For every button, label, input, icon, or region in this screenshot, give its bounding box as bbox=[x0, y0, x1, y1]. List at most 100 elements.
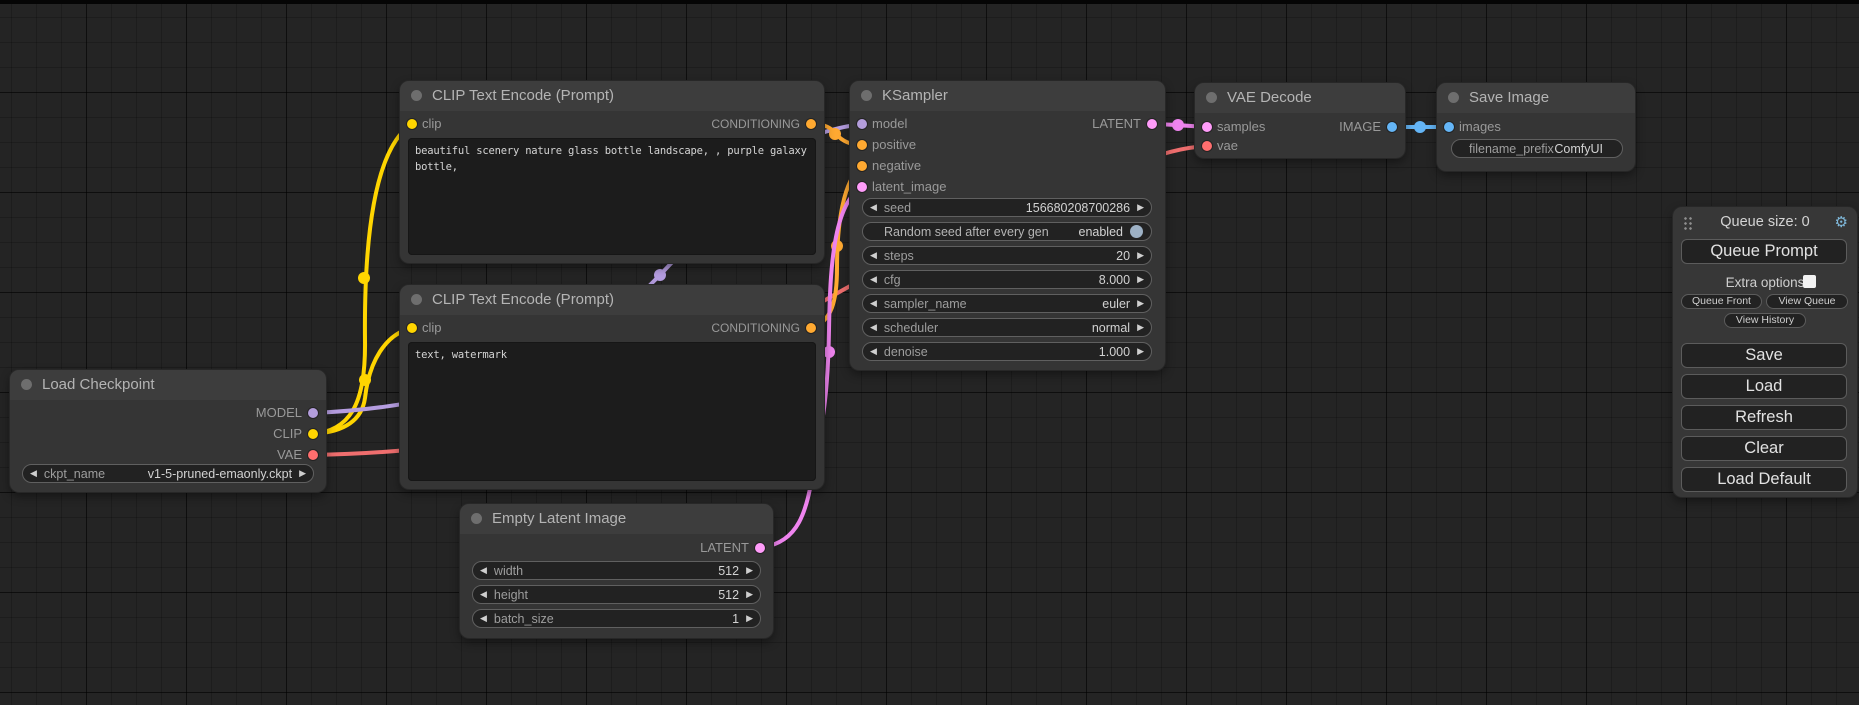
decrement-arrow-icon[interactable]: ◀ bbox=[870, 275, 877, 284]
node-collapse-dot-icon[interactable] bbox=[411, 90, 422, 101]
link-dot[interactable] bbox=[823, 346, 835, 358]
decrement-arrow-icon[interactable]: ◀ bbox=[870, 203, 877, 212]
decrement-arrow-icon[interactable]: ◀ bbox=[30, 469, 37, 478]
widget-value[interactable]: 1 bbox=[732, 612, 739, 626]
decrement-arrow-icon[interactable]: ◀ bbox=[480, 614, 487, 623]
widget-value[interactable]: v1-5-pruned-emaonly.ckpt bbox=[148, 467, 292, 481]
node-load-checkpoint[interactable]: Load Checkpoint MODEL CLIP VAE ◀ ckpt_na… bbox=[10, 370, 326, 492]
node-title-bar[interactable]: Load Checkpoint bbox=[10, 370, 326, 400]
view-queue-button[interactable]: View Queue bbox=[1766, 294, 1848, 309]
node-title-bar[interactable]: VAE Decode bbox=[1195, 83, 1405, 113]
input-slot-vae[interactable] bbox=[1202, 141, 1212, 151]
toggle-dot-icon[interactable] bbox=[1130, 225, 1143, 238]
widget-value[interactable]: euler bbox=[1102, 297, 1130, 311]
queue-front-button[interactable]: Queue Front bbox=[1681, 294, 1762, 309]
width-widget[interactable]: ◀ width 512 ▶ bbox=[472, 561, 761, 580]
node-collapse-dot-icon[interactable] bbox=[1206, 92, 1217, 103]
node-ksampler[interactable]: KSampler model positive negative latent_… bbox=[850, 81, 1165, 370]
positive-prompt-textarea[interactable]: beautiful scenery nature glass bottle la… bbox=[408, 138, 816, 255]
node-graph-canvas[interactable]: Load Checkpoint MODEL CLIP VAE ◀ ckpt_na… bbox=[0, 0, 1859, 705]
node-collapse-dot-icon[interactable] bbox=[471, 513, 482, 524]
random-seed-toggle-widget[interactable]: Random seed after every gen enabled bbox=[862, 222, 1152, 241]
widget-value[interactable]: 512 bbox=[718, 588, 739, 602]
decrement-arrow-icon[interactable]: ◀ bbox=[870, 323, 877, 332]
decrement-arrow-icon[interactable]: ◀ bbox=[870, 299, 877, 308]
node-vae-decode[interactable]: VAE Decode samples vae IMAGE bbox=[1195, 83, 1405, 158]
load-button[interactable]: Load bbox=[1681, 374, 1847, 399]
node-collapse-dot-icon[interactable] bbox=[21, 379, 32, 390]
increment-arrow-icon[interactable]: ▶ bbox=[1137, 251, 1144, 260]
decrement-arrow-icon[interactable]: ◀ bbox=[480, 566, 487, 575]
ckpt-name-widget[interactable]: ◀ ckpt_name v1-5-pruned-emaonly.ckpt ▶ bbox=[22, 464, 314, 483]
queue-prompt-button[interactable]: Queue Prompt bbox=[1681, 239, 1847, 264]
node-collapse-dot-icon[interactable] bbox=[411, 294, 422, 305]
link-dot[interactable] bbox=[1414, 121, 1426, 133]
refresh-button[interactable]: Refresh bbox=[1681, 405, 1847, 430]
output-slot-conditioning[interactable] bbox=[806, 119, 816, 129]
widget-value[interactable]: enabled bbox=[1079, 225, 1124, 239]
node-title-bar[interactable]: CLIP Text Encode (Prompt) bbox=[400, 285, 824, 315]
steps-widget[interactable]: ◀ steps 20 ▶ bbox=[862, 246, 1152, 265]
increment-arrow-icon[interactable]: ▶ bbox=[1137, 299, 1144, 308]
node-collapse-dot-icon[interactable] bbox=[861, 90, 872, 101]
increment-arrow-icon[interactable]: ▶ bbox=[746, 566, 753, 575]
widget-value[interactable]: normal bbox=[1092, 321, 1130, 335]
node-title-bar[interactable]: KSampler bbox=[850, 81, 1165, 111]
input-slot-clip[interactable] bbox=[407, 119, 417, 129]
negative-prompt-textarea[interactable]: text, watermark bbox=[408, 342, 816, 481]
seed-widget[interactable]: ◀ seed 156680208700286 ▶ bbox=[862, 198, 1152, 217]
output-slot-latent[interactable] bbox=[1147, 119, 1157, 129]
link-dot[interactable] bbox=[358, 272, 370, 284]
clear-button[interactable]: Clear bbox=[1681, 436, 1847, 461]
filename-prefix-widget[interactable]: filename_prefix ComfyUI bbox=[1451, 139, 1623, 158]
decrement-arrow-icon[interactable]: ◀ bbox=[480, 590, 487, 599]
height-widget[interactable]: ◀ height 512 ▶ bbox=[472, 585, 761, 604]
widget-value[interactable]: 8.000 bbox=[1099, 273, 1130, 287]
node-title-bar[interactable]: Save Image bbox=[1437, 83, 1635, 113]
output-slot-latent[interactable] bbox=[755, 543, 765, 553]
input-slot-model[interactable] bbox=[857, 119, 867, 129]
increment-arrow-icon[interactable]: ▶ bbox=[299, 469, 306, 478]
output-slot-conditioning[interactable] bbox=[806, 323, 816, 333]
node-save-image[interactable]: Save Image images filename_prefix ComfyU… bbox=[1437, 83, 1635, 171]
load-default-button[interactable]: Load Default bbox=[1681, 467, 1847, 492]
widget-value[interactable]: 156680208700286 bbox=[1026, 201, 1130, 215]
cfg-widget[interactable]: ◀ cfg 8.000 ▶ bbox=[862, 270, 1152, 289]
link-dot[interactable] bbox=[829, 128, 841, 140]
node-title-bar[interactable]: CLIP Text Encode (Prompt) bbox=[400, 81, 824, 111]
input-slot-positive[interactable] bbox=[857, 140, 867, 150]
decrement-arrow-icon[interactable]: ◀ bbox=[870, 347, 877, 356]
batch-size-widget[interactable]: ◀ batch_size 1 ▶ bbox=[472, 609, 761, 628]
scheduler-widget[interactable]: ◀ scheduler normal ▶ bbox=[862, 318, 1152, 337]
input-slot-negative[interactable] bbox=[857, 161, 867, 171]
link-dot[interactable] bbox=[359, 374, 371, 386]
increment-arrow-icon[interactable]: ▶ bbox=[1137, 323, 1144, 332]
widget-value[interactable]: 20 bbox=[1116, 249, 1130, 263]
increment-arrow-icon[interactable]: ▶ bbox=[746, 590, 753, 599]
decrement-arrow-icon[interactable]: ◀ bbox=[870, 251, 877, 260]
output-slot-clip[interactable] bbox=[308, 429, 318, 439]
widget-value[interactable]: 1.000 bbox=[1099, 345, 1130, 359]
increment-arrow-icon[interactable]: ▶ bbox=[746, 614, 753, 623]
input-slot-samples[interactable] bbox=[1202, 122, 1212, 132]
node-empty-latent-image[interactable]: Empty Latent Image LATENT ◀ width 512 ▶ … bbox=[460, 504, 773, 638]
node-clip-text-encode-negative[interactable]: CLIP Text Encode (Prompt) clip CONDITION… bbox=[400, 285, 824, 489]
input-slot-images[interactable] bbox=[1444, 122, 1454, 132]
node-title-bar[interactable]: Empty Latent Image bbox=[460, 504, 773, 534]
link-dot[interactable] bbox=[654, 269, 666, 281]
denoise-widget[interactable]: ◀ denoise 1.000 ▶ bbox=[862, 342, 1152, 361]
view-history-button[interactable]: View History bbox=[1724, 313, 1806, 328]
input-slot-clip[interactable] bbox=[407, 323, 417, 333]
save-button[interactable]: Save bbox=[1681, 343, 1847, 368]
output-slot-image[interactable] bbox=[1387, 122, 1397, 132]
increment-arrow-icon[interactable]: ▶ bbox=[1137, 275, 1144, 284]
sampler-name-widget[interactable]: ◀ sampler_name euler ▶ bbox=[862, 294, 1152, 313]
increment-arrow-icon[interactable]: ▶ bbox=[1137, 203, 1144, 212]
link-dot[interactable] bbox=[1172, 119, 1184, 131]
increment-arrow-icon[interactable]: ▶ bbox=[1137, 347, 1144, 356]
widget-value[interactable]: ComfyUI bbox=[1554, 142, 1603, 156]
gear-icon[interactable]: ⚙ bbox=[1835, 213, 1848, 231]
output-slot-vae[interactable] bbox=[308, 450, 318, 460]
output-slot-model[interactable] bbox=[308, 408, 318, 418]
widget-value[interactable]: 512 bbox=[718, 564, 739, 578]
